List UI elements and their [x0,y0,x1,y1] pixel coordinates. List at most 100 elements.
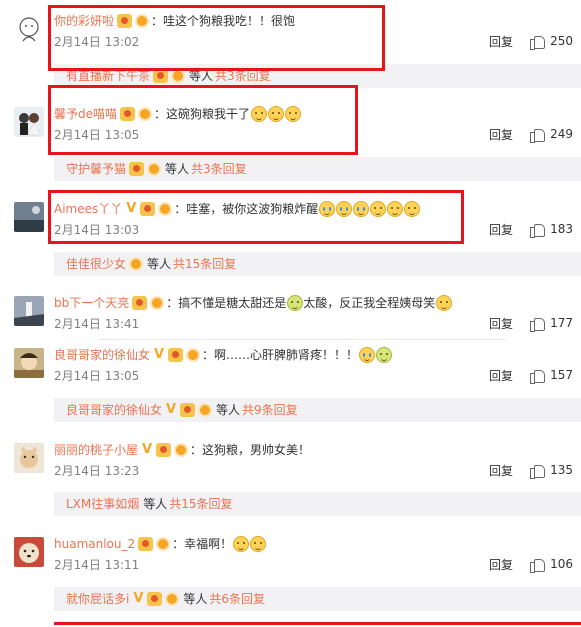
like-button[interactable]: 183 [530,221,573,238]
vip-icon[interactable] [168,348,184,362]
like-count: 177 [550,316,573,330]
avatar[interactable] [14,202,44,232]
highlight-box-edge [54,622,581,625]
sub-replies-bar[interactable]: LXM往事如烟 等人 共15条回复 [54,492,581,516]
etc-label: 等人 [143,497,168,511]
medal-icon [165,592,180,606]
reply-username-link[interactable]: LXM往事如烟 [66,492,139,516]
like-count: 249 [550,127,573,141]
reply-button[interactable]: 回复 [489,557,513,573]
sub-replies-bar[interactable]: 守护馨予猫 等人 共3条回复 [54,157,581,181]
vip-icon [180,403,196,417]
comment-text: ：啊……心肝脾肺肾疼！！！ [202,348,359,362]
medal-icon[interactable] [150,296,165,310]
thumbs-up-icon [530,368,546,384]
username-link[interactable]: huamanlou_2 [54,535,135,553]
divider [100,339,506,340]
like-count: 157 [550,368,573,382]
comment-text: ：这狗粮，男帅女美！ [190,443,311,457]
username-link[interactable]: 良哥哥家的徐仙女 [54,346,150,364]
reply-button[interactable]: 回复 [489,463,513,479]
avatar[interactable] [14,443,44,473]
vip-icon[interactable] [156,443,172,457]
highlight-box [48,85,358,155]
thumbs-up-icon [530,557,546,573]
username-link[interactable]: 丽丽的桃子小屋 [54,441,138,459]
highlight-box [48,190,464,244]
sub-replies-bar[interactable]: 就你屁话多i V 等人 共6条回复 [54,587,581,611]
like-button[interactable]: 250 [530,33,573,50]
medal-icon[interactable] [156,537,171,551]
like-button[interactable]: 177 [530,315,573,332]
like-button[interactable]: 106 [530,556,573,573]
vip-icon[interactable] [132,296,148,310]
comment-content: huamanlou_2 ：幸福啊！ [54,535,267,553]
comment-text-continued: 太酸，反正我全程姨母笑 [303,296,436,310]
medal-icon[interactable] [186,348,201,362]
timestamp: 2月14日 13:11 [54,558,140,572]
medal-icon[interactable] [174,443,189,457]
medal-icon [171,69,186,83]
like-count: 106 [550,557,573,571]
smile-emoji-icon [233,536,250,552]
verified-icon[interactable]: V [153,348,165,362]
more-replies-link[interactable]: 共15条回复 [169,492,232,516]
more-replies-link[interactable]: 共3条回复 [191,157,247,181]
reply-username-link[interactable]: 守护馨予猫 [66,157,126,181]
verified-icon[interactable]: V [141,443,153,457]
smile-emoji-icon [436,295,453,311]
avatar[interactable] [14,537,44,567]
like-count: 183 [550,222,573,236]
reply-button[interactable]: 回复 [489,222,513,238]
like-count: 135 [550,463,573,477]
sub-replies-bar[interactable]: 佳佳很少女 等人 共15条回复 [54,252,581,276]
reply-username-link[interactable]: 良哥哥家的徐仙女 [66,398,162,422]
verified-icon: V [133,591,144,606]
more-replies-link[interactable]: 共15条回复 [173,252,236,276]
highlight-box [48,5,385,71]
medal-icon [129,257,144,271]
more-replies-link[interactable]: 共9条回复 [242,398,298,422]
like-count: 250 [550,34,573,48]
reply-button[interactable]: 回复 [489,316,513,332]
etc-label: 等人 [147,257,172,271]
timestamp: 2月14日 13:41 [54,317,140,331]
sub-replies-bar[interactable]: 良哥哥家的徐仙女 V 等人 共9条回复 [54,398,581,422]
sour-emoji-icon [287,295,304,311]
vip-icon [147,592,163,606]
avatar[interactable] [14,107,44,137]
thumbs-up-icon [530,127,546,143]
comment-content: bb下一个天亮 ：搞不懂是糖太甜还是 太酸，反正我全程姨母笑 [54,294,453,312]
etc-label: 等人 [165,162,190,176]
thumbs-up-icon [530,463,546,479]
cry-emoji-icon [359,347,376,363]
avatar[interactable] [14,348,44,378]
timestamp: 2月14日 13:23 [54,464,140,478]
reply-button[interactable]: 回复 [489,127,513,143]
verified-icon: V [165,402,177,417]
vip-icon[interactable] [138,537,154,551]
vip-icon [153,69,169,83]
thumbs-up-icon [530,222,546,238]
thumbs-up-icon [530,34,546,50]
medal-icon [147,162,162,176]
more-replies-link[interactable]: 共6条回复 [209,587,265,611]
username-link[interactable]: bb下一个天亮 [54,294,129,312]
reply-username-link[interactable]: 佳佳很少女 [66,252,126,276]
smile-emoji-icon [250,536,267,552]
avatar[interactable] [14,296,44,326]
etc-label: 等人 [183,592,208,606]
sick-emoji-icon [376,347,393,363]
comment-content: 良哥哥家的徐仙女 V ：啊……心肝脾肺肾疼！！！ [54,346,393,364]
reply-username-link[interactable]: 就你屁话多i [66,587,129,611]
like-button[interactable]: 249 [530,126,573,143]
avatar[interactable] [14,14,44,44]
comment-content: 丽丽的桃子小屋 V ：这狗粮，男帅女美！ [54,441,310,459]
like-button[interactable]: 157 [530,367,573,384]
medal-icon [198,403,213,417]
reply-button[interactable]: 回复 [489,34,513,50]
thumbs-up-icon [530,316,546,332]
reply-button[interactable]: 回复 [489,368,513,384]
timestamp: 2月14日 13:05 [54,369,140,383]
like-button[interactable]: 135 [530,462,573,479]
